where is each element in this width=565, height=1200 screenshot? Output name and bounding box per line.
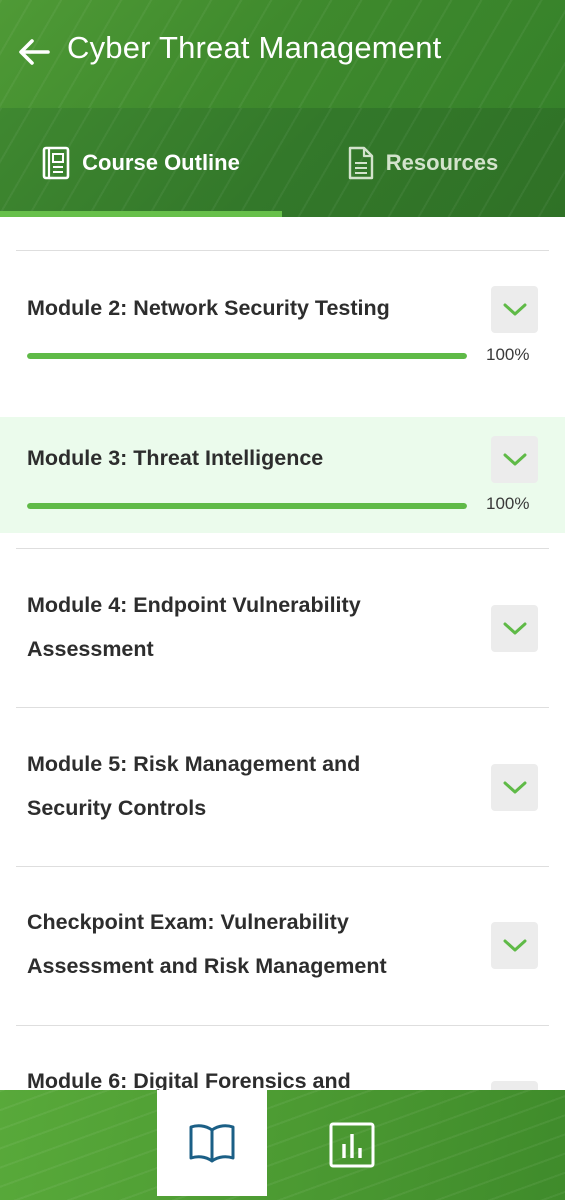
module-title-line-1: Module 6: Digital Forensics and — [27, 1069, 351, 1090]
tab-bar: Course Outline Resources — [0, 108, 565, 217]
outline-icon — [42, 146, 70, 179]
progress-fill — [27, 353, 467, 359]
list-item-module-4[interactable]: Module 4: Endpoint Vulnerability Assessm… — [0, 548, 565, 707]
nav-course-button[interactable] — [157, 1090, 267, 1196]
bottom-nav-pattern — [0, 1090, 565, 1200]
module-title-line-2: Assessment — [27, 637, 154, 661]
module-title: Module 3: Threat Intelligence — [27, 446, 324, 470]
tab-course-outline-label: Course Outline — [82, 149, 240, 175]
nav-progress-button[interactable] — [297, 1090, 407, 1200]
bottom-navigation — [0, 1090, 565, 1200]
document-icon — [348, 146, 373, 179]
tab-resources-label: Resources — [385, 149, 499, 175]
app-header: Cyber Threat Management — [0, 0, 565, 108]
expand-button[interactable] — [491, 922, 538, 969]
progress-fill — [27, 503, 467, 509]
chevron-down-icon — [503, 781, 526, 793]
divider — [16, 866, 549, 867]
arrow-left-icon — [19, 39, 50, 65]
tab-course-outline[interactable]: Course Outline — [0, 108, 282, 217]
list-item-module-2[interactable]: Module 2: Network Security Testing 100% — [0, 250, 565, 400]
divider — [16, 548, 549, 549]
course-outline-list[interactable]: Module 2: Network Security Testing 100% … — [0, 217, 565, 1090]
book-icon — [189, 1124, 235, 1163]
module-title-line-2: Assessment and Risk Management — [27, 954, 387, 978]
expand-button[interactable] — [491, 605, 538, 652]
list-item-checkpoint-exam[interactable]: Checkpoint Exam: Vulnerability Assessmen… — [0, 866, 565, 1025]
progress-percent: 100% — [486, 345, 530, 364]
back-button[interactable] — [14, 32, 54, 72]
page-title: Cyber Threat Management — [67, 30, 442, 65]
chevron-down-icon — [503, 453, 526, 465]
chevron-down-icon — [503, 939, 526, 951]
tab-resources[interactable]: Resources — [282, 108, 564, 217]
bar-chart-icon — [329, 1122, 375, 1168]
module-title: Module 2: Network Security Testing — [27, 296, 390, 320]
expand-button[interactable] — [491, 1081, 538, 1090]
list-item-module-6[interactable]: Module 6: Digital Forensics and — [0, 1025, 565, 1090]
chevron-down-icon — [503, 622, 526, 634]
divider — [16, 250, 549, 251]
progress-bar — [27, 353, 467, 359]
progress-bar — [27, 503, 467, 509]
expand-button[interactable] — [491, 286, 538, 333]
divider — [16, 1025, 549, 1026]
module-title-line-1: Module 4: Endpoint Vulnerability — [27, 593, 361, 617]
progress-percent: 100% — [486, 494, 530, 513]
module-title-line-1: Module 5: Risk Management and — [27, 752, 361, 776]
expand-button[interactable] — [491, 764, 538, 811]
divider — [16, 707, 549, 708]
expand-button[interactable] — [491, 436, 538, 483]
chevron-down-icon — [503, 303, 526, 315]
list-item-module-5[interactable]: Module 5: Risk Management and Security C… — [0, 707, 565, 866]
module-title-line-2: Security Controls — [27, 796, 207, 820]
module-title-line-1: Checkpoint Exam: Vulnerability — [27, 910, 349, 934]
list-item-module-3[interactable]: Module 3: Threat Intelligence 100% — [0, 417, 565, 533]
